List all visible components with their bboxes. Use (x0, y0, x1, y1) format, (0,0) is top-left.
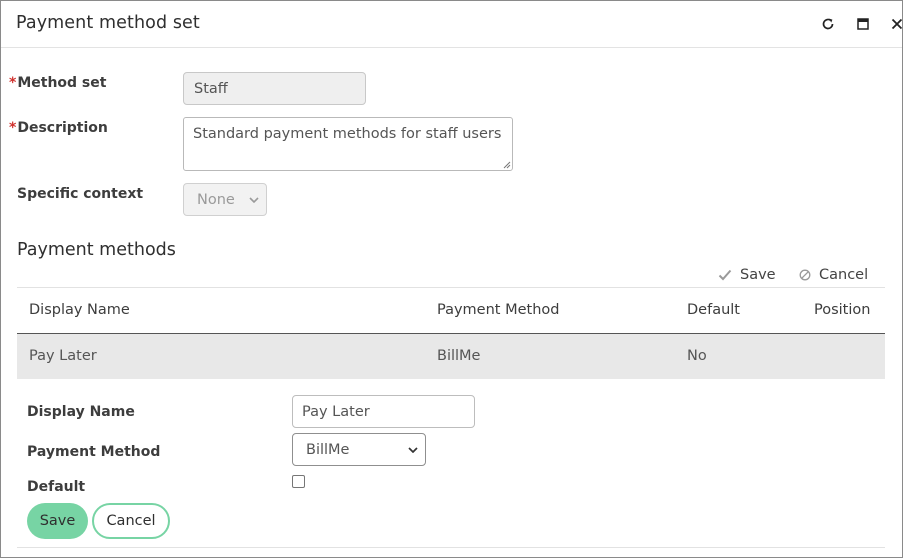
save-button-label: Save (39, 513, 76, 529)
save-button[interactable]: Save (27, 503, 88, 539)
method-set-input[interactable]: Staff (183, 72, 366, 105)
description-label: *Description (9, 120, 108, 136)
specific-context-value: None (197, 191, 235, 208)
grid-cancel-label: Cancel (819, 267, 869, 283)
chevron-down-icon (408, 446, 418, 453)
cell-display-name: Pay Later (29, 348, 97, 364)
grid-top-divider (17, 287, 885, 288)
cancel-button-label: Cancel (106, 513, 156, 529)
description-textarea[interactable]: Standard payment methods for staff users (183, 117, 513, 171)
editor-payment-method-label: Payment Method (27, 444, 161, 460)
grid-save-button[interactable]: Save (718, 267, 776, 283)
editor-display-name-value: Pay Later (302, 403, 370, 420)
editor-default-label: Default (27, 479, 86, 495)
editor-bottom-divider (17, 547, 885, 548)
method-set-value: Staff (194, 80, 228, 97)
cancel-circle-icon (799, 269, 811, 281)
cell-payment-method: BillMe (437, 348, 481, 364)
cell-default: No (687, 348, 707, 364)
required-marker: * (9, 120, 17, 136)
checkmark-icon (718, 269, 732, 281)
close-icon[interactable] (888, 15, 902, 33)
column-header-default[interactable]: Default (687, 302, 740, 318)
specific-context-label: Specific context (17, 186, 144, 202)
grid-save-label: Save (740, 267, 776, 283)
grid-cancel-button[interactable]: Cancel (799, 267, 868, 283)
payment-method-set-dialog: Payment method set *Method set Staff *De… (0, 0, 903, 558)
column-header-position[interactable]: Position (814, 302, 870, 318)
cancel-button[interactable]: Cancel (92, 503, 170, 539)
description-value: Standard payment methods for staff users (193, 126, 502, 142)
editor-payment-method-value: BillMe (306, 441, 350, 458)
resize-grip-icon[interactable] (502, 160, 511, 169)
payment-methods-title: Payment methods (17, 240, 176, 260)
dialog-titlebar: Payment method set (1, 1, 902, 48)
maximize-icon[interactable] (854, 15, 872, 33)
editor-display-name-label: Display Name (27, 404, 135, 420)
dialog-title: Payment method set (16, 13, 200, 33)
required-marker: * (9, 75, 17, 91)
editor-payment-method-select[interactable]: BillMe (292, 433, 426, 466)
method-set-label: *Method set (9, 75, 106, 91)
method-set-label-text: Method set (17, 75, 107, 91)
table-row[interactable]: Pay Later BillMe No (17, 334, 885, 379)
editor-display-name-input[interactable]: Pay Later (292, 395, 475, 428)
column-header-payment-method[interactable]: Payment Method (437, 302, 559, 318)
specific-context-select[interactable]: None (183, 183, 267, 216)
description-label-text: Description (17, 120, 108, 136)
editor-default-checkbox[interactable] (292, 475, 305, 488)
chevron-down-icon (249, 196, 259, 203)
column-header-display-name[interactable]: Display Name (29, 302, 130, 318)
refresh-icon[interactable] (819, 15, 837, 33)
